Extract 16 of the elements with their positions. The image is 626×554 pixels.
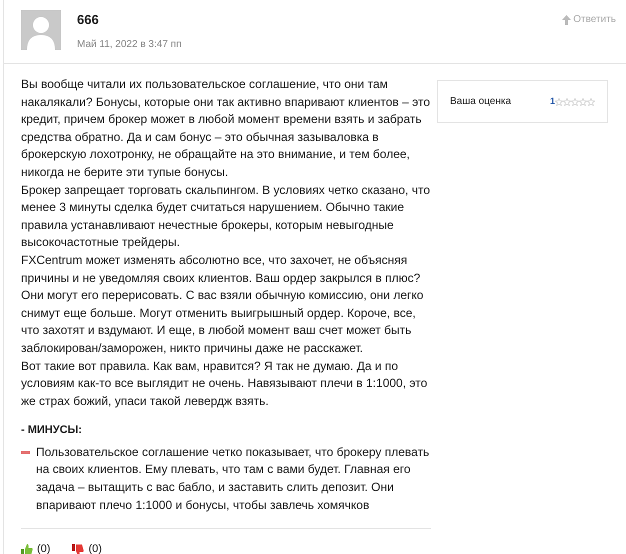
review-paragraph: Вы вообще читали их пользовательское соглашение, что они там накалякали? Бонусы, которые они так активно впаривают клиентов – это кредит, причем брокер может в любой момент времени взять и забрать средства обратно. Да и сам бонус – это обычная зазываловка в брокерскую лохотронку, не обращайте на это внимание, и тем более, никогда не берите эти тупые бонусы. — [21, 76, 431, 181]
rating-value: 1 — [550, 94, 555, 108]
author-name: 666 — [77, 12, 100, 28]
review-paragraph: FXCentrum может изменять абсолютно все, что захочет, не объясняя причины и не уведомляя своих клиентов. Ваш ордер закрылся в плюс? Они могут его перерисовать. С вас взяли обычную комиссию, они легко снимут еще больше. Могут отменить выигрышный ордер. Короче, все, что захотят и вздумают. И еще, в любой момент ваш счет может быть заблокирован/заморожен, никто причины даже не расскажет. — [21, 252, 424, 357]
cons-heading: - МИНУСЫ: — [21, 423, 83, 438]
thumbs-down-icon — [72, 544, 84, 554]
star-rating[interactable] — [555, 98, 595, 106]
thumbs-up-icon — [21, 544, 33, 554]
avatar-icon — [21, 10, 61, 50]
rating-label: Ваша оценка — [450, 95, 512, 109]
arrow-up-icon — [562, 14, 572, 24]
review-paragraph: Брокер запрещает торговать скальпингом. В условиях четко сказано, что менее 3 минуты сделка будет считаться нарушением. Обычно такие правила устанавливают нечестные брокеры, которым невыгодные высокочастотные трейдеры. — [21, 182, 431, 252]
review-paragraph: Вот такие вот правила. Как вам, нравится? Я так не думаю. Да и по условиям как-то все выглядит не очень. Навязывают плечи в 1:1000, это же страх божий, упаси такой левердж взять. — [21, 358, 428, 410]
minus-icon — [21, 450, 30, 454]
cons-item: Пользовательское соглашение четко показывает, что брокеру плевать на своих клиентов. Ему плевать, что там с вами будет. Главная его задача – вытащить с вас бабло, и заставить слить депозит. Они впаривают плечо 1:1000 и бонусы, чтобы завлечь хомячков — [36, 444, 430, 514]
comment-date: Май 11, 2022 в 3:47 пп — [77, 38, 182, 52]
